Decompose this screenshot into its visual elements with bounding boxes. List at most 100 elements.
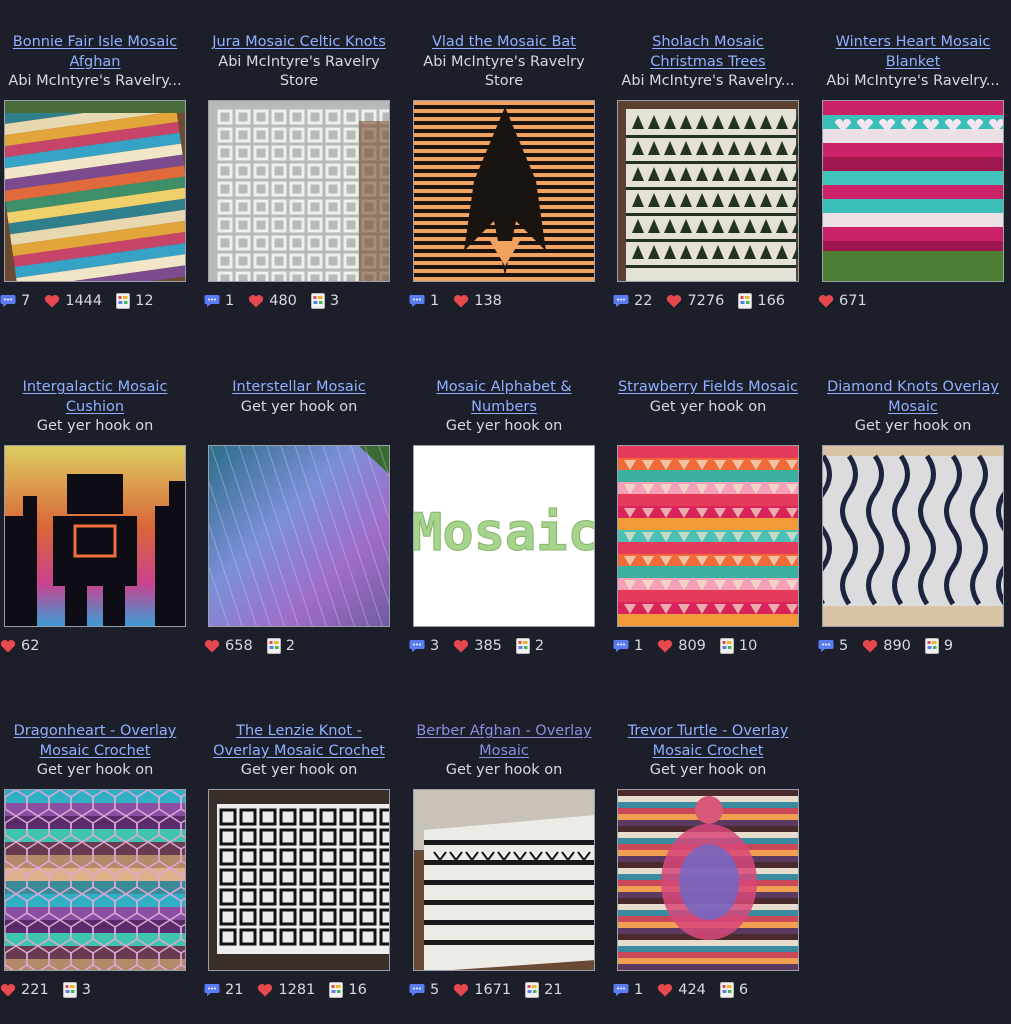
comment-icon bbox=[818, 640, 834, 652]
pattern-card: Berber Afghan - Overlay Mosaic Get yer ho… bbox=[409, 722, 599, 998]
pattern-thumbnail[interactable] bbox=[822, 445, 1004, 627]
like-count-value: 890 bbox=[883, 638, 911, 654]
comment-count[interactable]: 1 bbox=[613, 982, 643, 998]
pattern-thumbnail[interactable] bbox=[617, 789, 799, 971]
pattern-card: Intergalactic Mosaic Cushion Get yer hook… bbox=[0, 378, 190, 654]
pattern-thumbnail[interactable] bbox=[208, 789, 390, 971]
pattern-title-link[interactable]: Interstellar Mosaic bbox=[207, 378, 392, 398]
pattern-thumbnail[interactable] bbox=[413, 100, 595, 282]
heart-icon bbox=[0, 983, 16, 997]
like-count[interactable]: 658 bbox=[204, 638, 253, 654]
pattern-thumbnail[interactable] bbox=[4, 100, 186, 282]
project-count[interactable]: 12 bbox=[116, 293, 154, 309]
comment-count[interactable]: 5 bbox=[818, 638, 848, 654]
pattern-author: Get yer hook on bbox=[36, 762, 154, 778]
pattern-title-link[interactable]: Intergalactic Mosaic Cushion bbox=[3, 378, 188, 417]
pattern-title-link[interactable]: Sholach Mosaic Christmas Trees bbox=[616, 33, 801, 72]
project-count[interactable]: 3 bbox=[62, 982, 91, 998]
project-count[interactable]: 6 bbox=[719, 982, 748, 998]
projects-icon bbox=[719, 982, 734, 998]
pattern-thumbnail[interactable] bbox=[822, 100, 1004, 282]
comment-icon bbox=[613, 295, 629, 307]
pattern-thumbnail[interactable] bbox=[617, 445, 799, 627]
like-count[interactable]: 385 bbox=[453, 638, 502, 654]
pattern-title-link[interactable]: Mosaic Alphabet & Numbers bbox=[412, 378, 597, 417]
pattern-title-link[interactable]: Jura Mosaic Celtic Knots bbox=[207, 33, 392, 53]
pattern-card: Mosaic Alphabet & Numbers Get yer hook on… bbox=[409, 378, 599, 654]
project-count[interactable]: 166 bbox=[738, 293, 785, 309]
pattern-author: Get yer hook on bbox=[445, 418, 563, 434]
pattern-thumbnail[interactable] bbox=[617, 100, 799, 282]
pattern-thumbnail[interactable] bbox=[208, 445, 390, 627]
like-count[interactable]: 809 bbox=[657, 638, 706, 654]
comment-count-value: 3 bbox=[430, 638, 440, 654]
like-count[interactable]: 7276 bbox=[666, 293, 724, 309]
pattern-title-link[interactable]: Trevor Turtle - Overlay Mosaic Crochet bbox=[616, 722, 801, 761]
pattern-title-link[interactable]: Diamond Knots Overlay Mosaic bbox=[821, 378, 1006, 417]
pattern-photo bbox=[618, 790, 798, 970]
project-count-value: 166 bbox=[757, 293, 786, 309]
pattern-card: Winters Heart Mosaic Blanket Abi McIntyre… bbox=[818, 33, 1008, 309]
comment-icon bbox=[204, 984, 220, 996]
project-count-value: 3 bbox=[81, 982, 91, 998]
heart-icon bbox=[45, 294, 60, 308]
comment-count[interactable]: 1 bbox=[613, 638, 643, 654]
pattern-title-link[interactable]: The Lenzie Knot - Overlay Mosaic Crochet bbox=[207, 722, 392, 761]
pattern-author: Abi McIntyre's Ravelry... bbox=[621, 73, 795, 89]
pattern-title-link[interactable]: Strawberry Fields Mosaic bbox=[616, 378, 801, 398]
project-count[interactable]: 2 bbox=[266, 638, 295, 654]
comment-count-value: 5 bbox=[839, 638, 849, 654]
projects-icon bbox=[719, 638, 734, 654]
pattern-thumbnail[interactable] bbox=[413, 789, 595, 971]
like-count[interactable]: 138 bbox=[453, 293, 502, 309]
like-count[interactable]: 671 bbox=[818, 293, 867, 309]
like-count[interactable]: 1281 bbox=[257, 982, 315, 998]
like-count[interactable]: 62 bbox=[0, 638, 39, 654]
pattern-title-link[interactable]: Dragonheart - Overlay Mosaic Crochet bbox=[3, 722, 188, 761]
project-count[interactable]: 3 bbox=[310, 293, 339, 309]
like-count[interactable]: 1671 bbox=[453, 982, 511, 998]
pattern-thumbnail[interactable]: Mosaic bbox=[413, 445, 595, 627]
comment-count-value: 1 bbox=[634, 638, 644, 654]
thumbnail-caption: Mosaic bbox=[414, 503, 595, 563]
pattern-stats: 1 138 bbox=[409, 291, 516, 311]
project-count[interactable]: 16 bbox=[329, 982, 367, 998]
like-count[interactable]: 221 bbox=[0, 982, 49, 998]
project-count[interactable]: 9 bbox=[924, 638, 953, 654]
project-count-value: 16 bbox=[348, 982, 367, 998]
like-count[interactable]: 1444 bbox=[44, 293, 102, 309]
pattern-thumbnail[interactable] bbox=[4, 789, 186, 971]
pattern-thumbnail[interactable] bbox=[208, 100, 390, 282]
like-count[interactable]: 424 bbox=[657, 982, 706, 998]
like-count[interactable]: 480 bbox=[248, 293, 297, 309]
pattern-author: Get yer hook on bbox=[649, 762, 767, 778]
pattern-author: Get yer hook on bbox=[649, 398, 767, 415]
comment-count[interactable]: 1 bbox=[409, 293, 439, 309]
like-count[interactable]: 890 bbox=[862, 638, 911, 654]
pattern-thumbnail[interactable] bbox=[4, 445, 186, 627]
project-count[interactable]: 10 bbox=[719, 638, 757, 654]
comment-count-value: 21 bbox=[225, 982, 244, 998]
projects-icon bbox=[329, 982, 344, 998]
project-count[interactable]: 2 bbox=[515, 638, 544, 654]
comment-count[interactable]: 1 bbox=[204, 293, 234, 309]
pattern-title-link[interactable]: Berber Afghan - Overlay Mosaic bbox=[412, 722, 597, 761]
project-count[interactable]: 21 bbox=[525, 982, 563, 998]
pattern-title-link[interactable]: Winters Heart Mosaic Blanket bbox=[821, 33, 1006, 72]
pattern-title-link[interactable]: Vlad the Mosaic Bat bbox=[412, 33, 597, 53]
comment-count[interactable]: 21 bbox=[204, 982, 243, 998]
comment-count[interactable]: 7 bbox=[0, 293, 30, 309]
pattern-author: Get yer hook on bbox=[854, 418, 972, 434]
heart-icon bbox=[204, 639, 220, 653]
pattern-card: Diamond Knots Overlay Mosaic Get yer hook… bbox=[818, 378, 1008, 654]
like-count-value: 480 bbox=[269, 293, 297, 309]
pattern-card: Jura Mosaic Celtic Knots Abi McIntyre's R… bbox=[204, 33, 394, 309]
pattern-stats: 5 1671 21 bbox=[409, 980, 577, 1000]
pattern-title-link[interactable]: Bonnie Fair Isle Mosaic Afghan bbox=[3, 33, 188, 72]
projects-icon bbox=[525, 982, 540, 998]
comment-count[interactable]: 5 bbox=[409, 982, 439, 998]
comment-count[interactable]: 3 bbox=[409, 638, 439, 654]
comment-count-value: 7 bbox=[21, 293, 31, 309]
comment-count[interactable]: 22 bbox=[613, 293, 652, 309]
pattern-card: Strawberry Fields Mosaic Get yer hook on 1… bbox=[613, 378, 803, 654]
